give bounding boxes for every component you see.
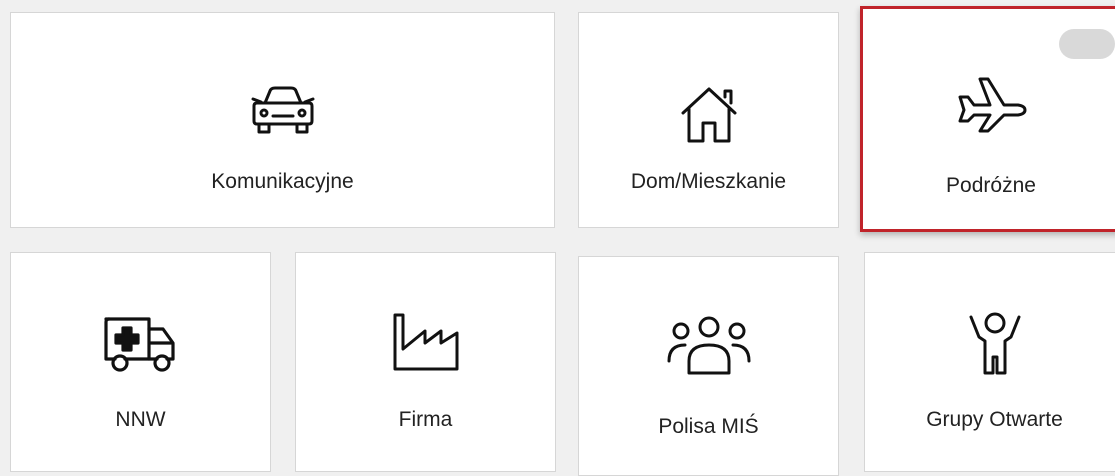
group-icon (579, 315, 838, 377)
tile-podrozne[interactable]: Podróżne (860, 6, 1115, 232)
tile-grupy-otwarte[interactable]: Grupy Otwarte (864, 252, 1115, 472)
airplane-icon (863, 75, 1115, 133)
tile-polisa-mis[interactable]: Polisa MIŚ (578, 256, 839, 476)
tile-label: Firma (398, 408, 453, 431)
toggle-indicator (1059, 29, 1115, 59)
tile-label: Grupy Otwarte (926, 408, 1063, 431)
car-icon (11, 85, 554, 137)
factory-icon (296, 311, 555, 373)
tile-label: Dom/Mieszkanie (630, 170, 787, 193)
ambulance-icon (11, 311, 270, 375)
tile-nnw[interactable]: NNW (10, 252, 271, 472)
tile-dom-mieszkanie[interactable]: Dom/Mieszkanie (578, 12, 839, 228)
tile-label: Komunikacyjne (211, 170, 354, 193)
tile-label: Polisa MIŚ (658, 415, 759, 438)
tile-label: NNW (115, 408, 166, 431)
child-icon (865, 311, 1115, 377)
tile-komunikacyjne[interactable]: Komunikacyjne (10, 12, 555, 228)
tile-label: Podróżne (946, 174, 1036, 197)
tile-firma[interactable]: Firma (295, 252, 556, 472)
house-icon (579, 85, 838, 145)
